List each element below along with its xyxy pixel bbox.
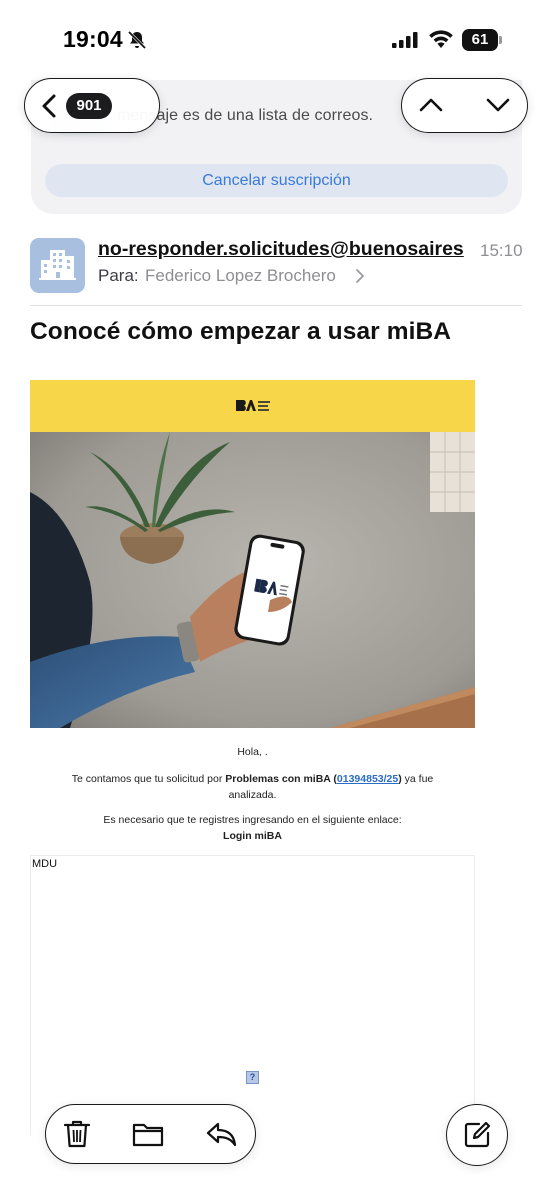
request-status-paragraph: Te contamos que tu solicitud por Problem…	[60, 771, 445, 803]
unsubscribe-button[interactable]: Cancelar suscripción	[45, 164, 508, 197]
header-divider	[30, 305, 522, 306]
request-topic: Problemas con miBA	[225, 773, 331, 785]
sender-address[interactable]: no-responder.solicitudes@buenosaires	[98, 238, 470, 261]
signal-icon	[392, 32, 418, 48]
folder-icon[interactable]	[132, 1121, 164, 1147]
chevron-right-icon[interactable]	[355, 268, 365, 284]
message-time: 15:10	[480, 241, 523, 260]
ba-logo	[236, 400, 270, 411]
para1-prefix: Te contamos que tu solicitud por	[71, 773, 226, 785]
trash-icon[interactable]	[63, 1119, 91, 1149]
greeting-text: Hola, .	[237, 746, 268, 758]
status-time: 19:04	[63, 26, 123, 52]
mdu-frame	[30, 855, 475, 1135]
battery-icon: 61	[462, 29, 502, 51]
back-chevron-icon[interactable]	[40, 93, 58, 119]
sender-avatar	[30, 238, 85, 293]
status-bar: 19:04 61	[0, 0, 553, 80]
reply-icon[interactable]	[205, 1121, 238, 1148]
recipient-name[interactable]: Federico Lopez Brochero	[145, 266, 336, 286]
chevron-down-icon[interactable]	[485, 94, 511, 116]
request-number-link[interactable]: 01394853/25	[337, 773, 398, 785]
chevron-up-icon[interactable]	[418, 94, 444, 116]
bell-slash-icon	[127, 30, 147, 50]
broken-image-icon: ?	[246, 1071, 259, 1084]
login-miba-link[interactable]: Login miBA	[30, 828, 475, 844]
compose-icon[interactable]	[463, 1121, 491, 1149]
register-paragraph: Es necesario que te registres ingresando…	[30, 812, 475, 844]
building-icon	[39, 250, 76, 280]
mdu-label: MDU	[32, 858, 58, 870]
hero-image	[30, 432, 475, 728]
recipient-label: Para:	[98, 266, 139, 285]
unread-count-badge: 901	[66, 93, 112, 119]
message-subject: Conocé cómo empezar a usar miBA	[30, 318, 452, 345]
battery-level: 61	[471, 31, 489, 48]
register-instruction: Es necesario que te registres ingresando…	[103, 814, 402, 826]
wifi-icon	[429, 30, 453, 48]
